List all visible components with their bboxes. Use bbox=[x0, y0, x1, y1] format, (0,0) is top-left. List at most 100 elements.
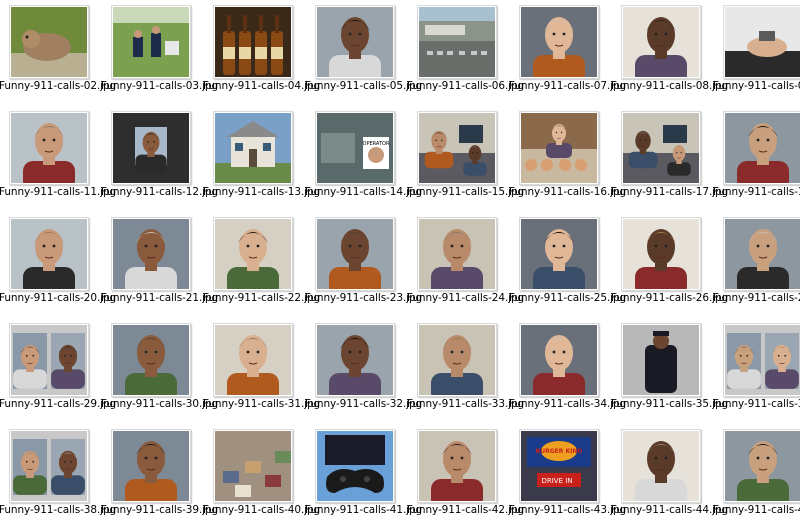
file-item[interactable]: Funny-911-calls-39.jpg bbox=[101, 425, 218, 531]
file-name-label[interactable]: Funny-911-calls-25.jpg bbox=[509, 292, 626, 304]
file-name-label[interactable]: Funny-911-calls-24.jpg bbox=[407, 292, 524, 304]
file-name-label[interactable]: Funny-911-calls-45.jpg bbox=[713, 504, 800, 516]
thumbnail-frame[interactable] bbox=[315, 323, 395, 397]
file-item[interactable]: Funny-911-calls-12.jpg bbox=[101, 107, 218, 213]
file-name-label[interactable]: Funny-911-calls-36.jpg bbox=[713, 398, 800, 410]
thumbnail-frame[interactable] bbox=[723, 217, 800, 291]
thumbnail-frame[interactable] bbox=[315, 5, 395, 79]
thumbnail-frame[interactable] bbox=[213, 429, 293, 503]
file-name-label[interactable]: Funny-911-calls-42.jpg bbox=[407, 504, 524, 516]
thumbnail-frame[interactable] bbox=[723, 111, 800, 185]
file-item[interactable]: Funny-911-calls-41.jpg bbox=[305, 425, 422, 531]
thumbnail-frame[interactable] bbox=[417, 111, 497, 185]
file-item[interactable]: Funny-911-calls-26.jpg bbox=[611, 213, 728, 319]
file-name-label[interactable]: Funny-911-calls-07.jpg bbox=[509, 80, 626, 92]
thumbnail-frame[interactable] bbox=[621, 429, 701, 503]
file-name-label[interactable]: Funny-911-calls-30.jpg bbox=[101, 398, 218, 410]
file-item[interactable]: Funny-911-calls-02.jpg bbox=[0, 1, 116, 107]
file-name-label[interactable]: Funny-911-calls-32.jpg bbox=[305, 398, 422, 410]
thumbnail-frame[interactable] bbox=[519, 111, 599, 185]
file-item[interactable]: Funny-911-calls-22.jpg bbox=[203, 213, 320, 319]
file-item[interactable]: Funny-911-calls-03.jpg bbox=[101, 1, 218, 107]
file-name-label[interactable]: Funny-911-calls-02.jpg bbox=[0, 80, 116, 92]
file-item[interactable]: Funny-911-calls-33.jpg bbox=[407, 319, 524, 425]
file-item[interactable]: Funny-911-calls-21.jpg bbox=[101, 213, 218, 319]
file-item[interactable]: Funny-911-calls-42.jpg bbox=[407, 425, 524, 531]
file-item[interactable]: OPERATOR Funny-911-calls-14.jpg bbox=[305, 107, 422, 213]
file-item[interactable]: Funny-911-calls-36.jpg bbox=[713, 319, 800, 425]
file-name-label[interactable]: Funny-911-calls-27.jpg bbox=[713, 292, 800, 304]
thumbnail-frame[interactable] bbox=[519, 5, 599, 79]
file-name-label[interactable]: Funny-911-calls-44.jpg bbox=[611, 504, 728, 516]
file-name-label[interactable]: Funny-911-calls-14.jpg bbox=[305, 186, 422, 198]
file-item[interactable]: Funny-911-calls-06.jpg bbox=[407, 1, 524, 107]
file-name-label[interactable]: Funny-911-calls-18.jpg bbox=[713, 186, 800, 198]
thumbnail-frame[interactable] bbox=[519, 323, 599, 397]
file-name-label[interactable]: Funny-911-calls-16.jpg bbox=[509, 186, 626, 198]
file-item[interactable]: BURGER KING DRIVE IN Funny-911-calls-43.jp… bbox=[509, 425, 626, 531]
file-name-label[interactable]: Funny-911-calls-11.jpg bbox=[0, 186, 116, 198]
file-name-label[interactable]: Funny-911-calls-08.jpg bbox=[611, 80, 728, 92]
file-item[interactable]: Funny-911-calls-27.jpg bbox=[713, 213, 800, 319]
thumbnail-frame[interactable] bbox=[417, 323, 497, 397]
file-item[interactable]: Funny-911-calls-11.jpg bbox=[0, 107, 116, 213]
file-item[interactable]: Funny-911-calls-24.jpg bbox=[407, 213, 524, 319]
file-item[interactable]: Funny-911-calls-13.jpg bbox=[203, 107, 320, 213]
file-name-label[interactable]: Funny-911-calls-34.jpg bbox=[509, 398, 626, 410]
file-item[interactable]: Funny-911-calls-07.jpg bbox=[509, 1, 626, 107]
file-item[interactable]: Funny-911-calls-25.jpg bbox=[509, 213, 626, 319]
thumbnail-frame[interactable] bbox=[111, 323, 191, 397]
file-item[interactable]: Funny-911-calls-34.jpg bbox=[509, 319, 626, 425]
file-name-label[interactable]: Funny-911-calls-22.jpg bbox=[203, 292, 320, 304]
file-item[interactable]: Funny-911-calls-29.jpg bbox=[0, 319, 116, 425]
file-item[interactable]: Funny-911-calls-38.jpg bbox=[0, 425, 116, 531]
file-name-label[interactable]: Funny-911-calls-29.jpg bbox=[0, 398, 116, 410]
thumbnail-frame[interactable]: OPERATOR bbox=[315, 111, 395, 185]
file-name-label[interactable]: Funny-911-calls-13.jpg bbox=[203, 186, 320, 198]
file-name-label[interactable]: Funny-911-calls-26.jpg bbox=[611, 292, 728, 304]
file-name-label[interactable]: Funny-911-calls-31.jpg bbox=[203, 398, 320, 410]
thumbnail-frame[interactable] bbox=[9, 217, 89, 291]
file-name-label[interactable]: Funny-911-calls-21.jpg bbox=[101, 292, 218, 304]
file-name-label[interactable]: Funny-911-calls-04.jpg bbox=[203, 80, 320, 92]
file-name-label[interactable]: Funny-911-calls-23.jpg bbox=[305, 292, 422, 304]
file-item[interactable]: Funny-911-calls-45.jpg bbox=[713, 425, 800, 531]
thumbnail-frame[interactable] bbox=[111, 5, 191, 79]
file-item[interactable]: Funny-911-calls-23.jpg bbox=[305, 213, 422, 319]
thumbnail-frame[interactable] bbox=[417, 5, 497, 79]
file-name-label[interactable]: Funny-911-calls-06.jpg bbox=[407, 80, 524, 92]
file-item[interactable]: Funny-911-calls-35.jpg bbox=[611, 319, 728, 425]
thumbnail-frame[interactable] bbox=[417, 429, 497, 503]
file-item[interactable]: Funny-911-calls-08.jpg bbox=[611, 1, 728, 107]
file-name-label[interactable]: Funny-911-calls-03.jpg bbox=[101, 80, 218, 92]
thumbnail-frame[interactable] bbox=[111, 111, 191, 185]
file-name-label[interactable]: Funny-911-calls-38.jpg bbox=[0, 504, 116, 516]
file-name-label[interactable]: Funny-911-calls-35.jpg bbox=[611, 398, 728, 410]
file-name-label[interactable]: Funny-911-calls-39.jpg bbox=[101, 504, 218, 516]
thumbnail-frame[interactable] bbox=[723, 5, 800, 79]
thumbnail-frame[interactable] bbox=[213, 217, 293, 291]
thumbnail-frame[interactable] bbox=[621, 5, 701, 79]
file-item[interactable]: Funny-911-calls-17.jpg bbox=[611, 107, 728, 213]
thumbnail-frame[interactable] bbox=[111, 429, 191, 503]
thumbnail-frame[interactable] bbox=[621, 111, 701, 185]
thumbnail-frame[interactable] bbox=[519, 217, 599, 291]
thumbnail-frame[interactable] bbox=[621, 217, 701, 291]
file-name-label[interactable]: Funny-911-calls-17.jpg bbox=[611, 186, 728, 198]
thumbnail-frame[interactable] bbox=[9, 111, 89, 185]
file-name-label[interactable]: Funny-911-calls-20.jpg bbox=[0, 292, 116, 304]
file-item[interactable]: Funny-911-calls-20.jpg bbox=[0, 213, 116, 319]
file-item[interactable]: Funny-911-calls-05.jpg bbox=[305, 1, 422, 107]
file-name-label[interactable]: Funny-911-calls-33.jpg bbox=[407, 398, 524, 410]
file-item[interactable]: Funny-911-calls-18.jpg bbox=[713, 107, 800, 213]
file-item[interactable]: Funny-911-calls-16.jpg bbox=[509, 107, 626, 213]
file-name-label[interactable]: Funny-911-calls-05.jpg bbox=[305, 80, 422, 92]
thumbnail-frame[interactable] bbox=[417, 217, 497, 291]
thumbnail-frame[interactable] bbox=[723, 323, 800, 397]
file-item[interactable]: Funny-911-calls-15.jpg bbox=[407, 107, 524, 213]
file-item[interactable]: Funny-911-calls-32.jpg bbox=[305, 319, 422, 425]
thumbnail-frame[interactable] bbox=[213, 323, 293, 397]
file-name-label[interactable]: Funny-911-calls-15.jpg bbox=[407, 186, 524, 198]
file-name-label[interactable]: Funny-911-calls-43.jpg bbox=[509, 504, 626, 516]
file-item[interactable]: Funny-911-calls-31.jpg bbox=[203, 319, 320, 425]
